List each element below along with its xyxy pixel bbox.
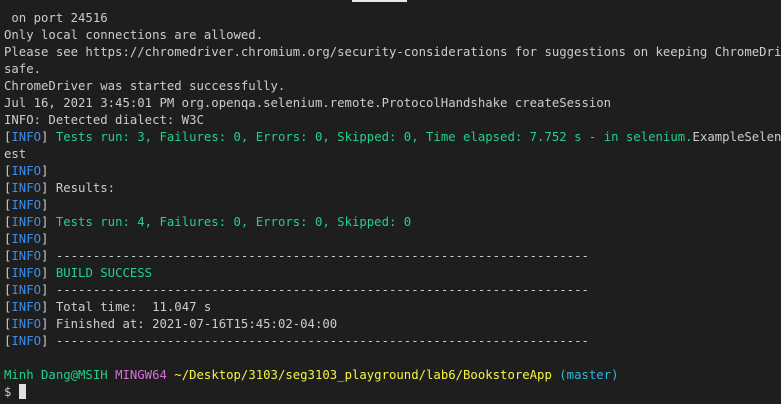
terminal-output: on port 24516 Only local connections are…	[4, 10, 781, 401]
prompt-branch: (master)	[559, 368, 619, 382]
info-line-dashes: [INFO] ---------------------------------…	[4, 283, 589, 297]
prompt-msystem: MINGW64	[115, 368, 167, 382]
separator: ----------------------------------------…	[48, 283, 589, 297]
text-cursor	[19, 384, 27, 399]
total-time-text: Total time: 11.047 s	[48, 300, 212, 314]
separator: ----------------------------------------…	[48, 334, 589, 348]
prompt-input-line[interactable]: $	[4, 384, 781, 401]
finished-at-text: Finished at: 2021-07-16T15:45:02-04:00	[48, 317, 338, 331]
info-line-results: [INFO] Results:	[4, 181, 116, 195]
info-tag: INFO	[11, 130, 42, 144]
info-line-dashes: [INFO] ---------------------------------…	[4, 249, 589, 263]
prompt-header: Minh Dang@MSIH MINGW64 ~/Desktop/3103/se…	[4, 367, 781, 384]
prompt-user-host: Minh Dang@MSIH	[4, 368, 108, 382]
test-class-name: ExampleSeleniumT	[692, 130, 781, 144]
info-line-total-time: [INFO] Total time: 11.047 s	[4, 300, 212, 314]
info-line-empty: [INFO]	[4, 164, 49, 178]
log-line: on port 24516	[4, 11, 108, 25]
log-line: Please see https://chromedriver.chromium…	[4, 45, 781, 59]
terminal-panel[interactable]: on port 24516 Only local connections are…	[0, 0, 781, 404]
tests-run-summary: Tests run: 3, Failures: 0, Errors: 0, Sk…	[55, 130, 693, 144]
results-label: Results:	[48, 181, 116, 195]
log-line: ChromeDriver was started successfully.	[4, 79, 286, 93]
build-success-text: BUILD SUCCESS	[48, 266, 153, 280]
prompt-symbol: $	[4, 385, 12, 399]
log-line: Jul 16, 2021 3:45:01 PM org.openqa.selen…	[4, 96, 612, 110]
info-line-tests-run-1: [INFO] Tests run: 3, Failures: 0, Errors…	[4, 129, 781, 146]
log-line: INFO: Detected dialect: W3C	[4, 113, 204, 127]
info-line-finished-at: [INFO] Finished at: 2021-07-16T15:45:02-…	[4, 317, 338, 331]
terminal-scrollbar[interactable]	[771, 0, 781, 404]
wrapped-line: est	[4, 147, 27, 161]
tests-run-total: Tests run: 4, Failures: 0, Errors: 0, Sk…	[48, 215, 412, 229]
info-line-dashes: [INFO] ---------------------------------…	[4, 334, 589, 348]
info-line-tests-run-2: [INFO] Tests run: 4, Failures: 0, Errors…	[4, 215, 412, 229]
log-line: safe.	[4, 62, 42, 76]
info-line-empty: [INFO]	[4, 232, 49, 246]
prompt-cwd: ~/Desktop/3103/seg3103_playground/lab6/B…	[174, 368, 552, 382]
info-line-build-success: [INFO] BUILD SUCCESS	[4, 266, 153, 280]
info-line-empty: [INFO]	[4, 198, 49, 212]
separator: ----------------------------------------…	[48, 249, 589, 263]
active-tab-indicator	[352, 0, 407, 2]
log-line: Only local connections are allowed.	[4, 28, 264, 42]
